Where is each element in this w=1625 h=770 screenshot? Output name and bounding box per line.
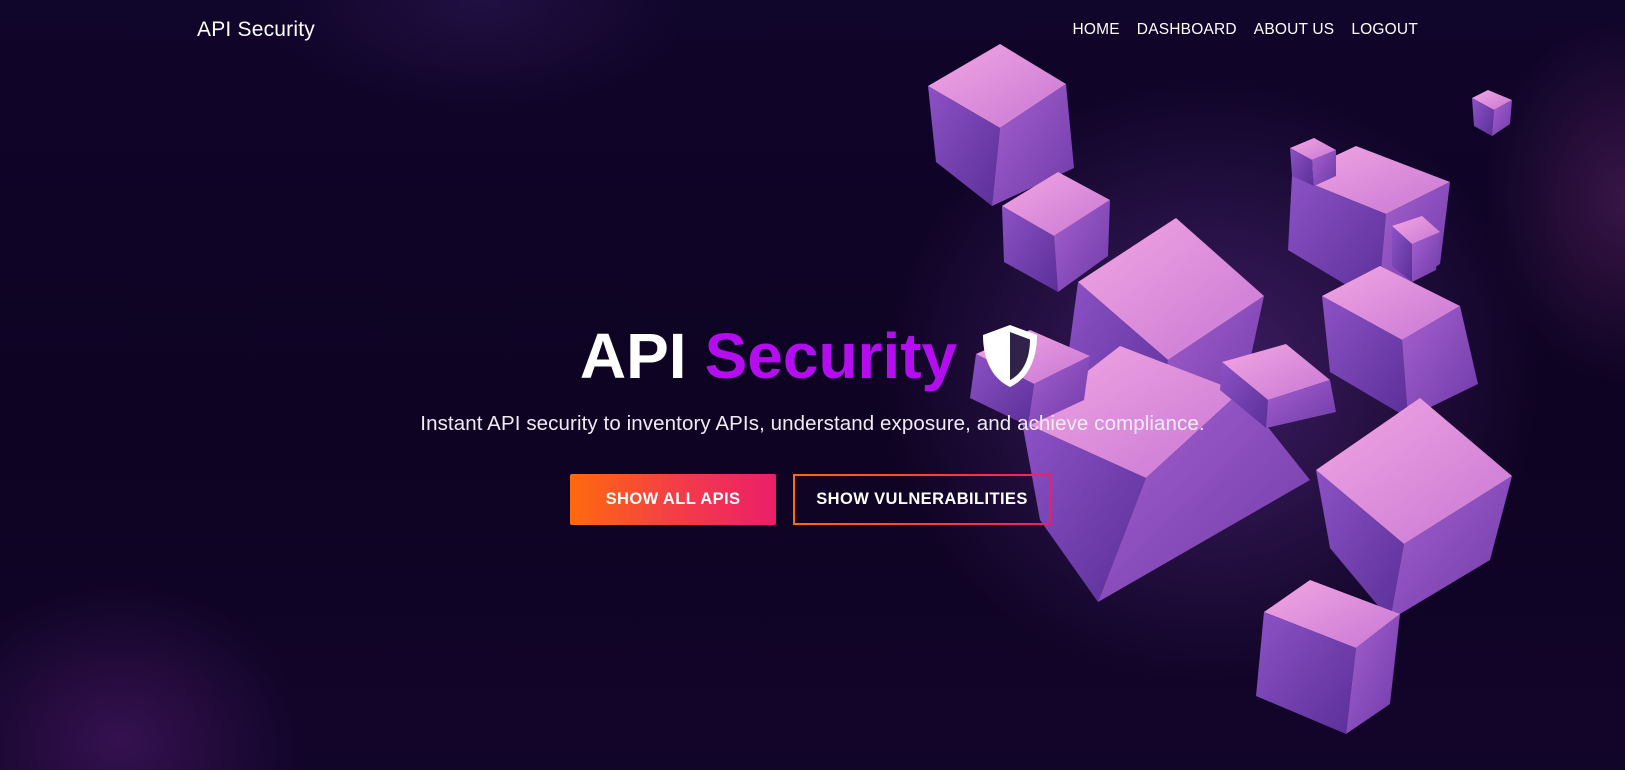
cube xyxy=(1472,90,1512,136)
nav-link-dashboard[interactable]: DASHBOARD xyxy=(1137,21,1237,39)
hero-title: API Security xyxy=(580,318,1041,394)
top-navbar: API Security HOME DASHBOARD ABOUT US LOG… xyxy=(0,0,1625,62)
shield-icon xyxy=(983,325,1038,387)
hero-buttons: SHOW ALL APIS SHOW VULNERABILITIES xyxy=(0,474,1623,525)
nav-link-home[interactable]: HOME xyxy=(1072,21,1119,39)
brand-logo-link[interactable]: API Security xyxy=(197,18,315,42)
hero-subtitle: Instant API security to inventory APIs, … xyxy=(420,412,1205,435)
nav-link-logout[interactable]: LOGOUT xyxy=(1351,21,1418,39)
nav-links: HOME DASHBOARD ABOUT US LOGOUT xyxy=(1072,21,1418,39)
nav-link-about-us[interactable]: ABOUT US xyxy=(1254,21,1335,39)
hero-title-api: API xyxy=(579,320,687,392)
hero-section: API Security Instant API security to inv… xyxy=(0,318,1625,525)
show-vulnerabilities-button[interactable]: SHOW VULNERABILITIES xyxy=(793,474,1051,525)
show-all-apis-button[interactable]: SHOW ALL APIS xyxy=(570,474,776,525)
hero-title-security: Security xyxy=(704,320,958,392)
